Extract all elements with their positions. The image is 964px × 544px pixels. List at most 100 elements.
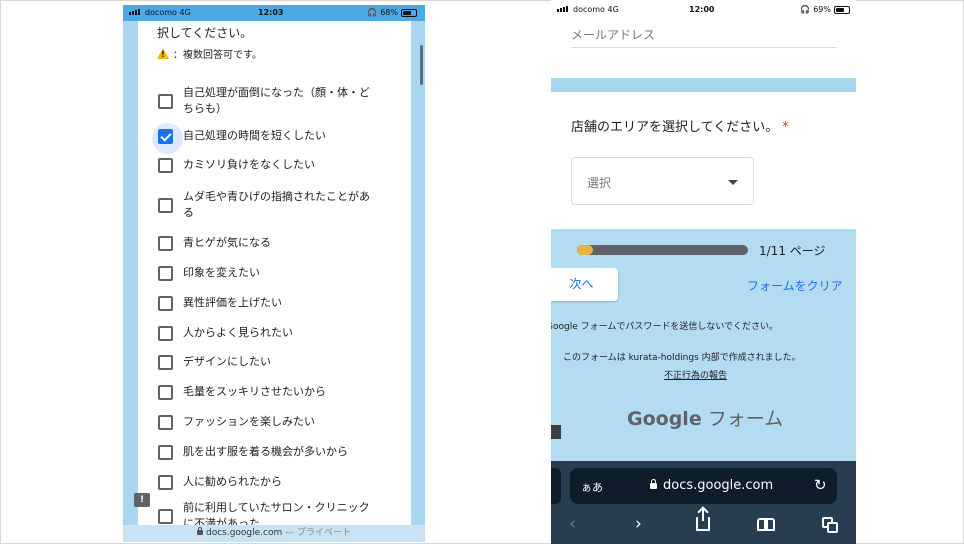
headphone-icon: 🎧	[367, 8, 378, 17]
scrollbar[interactable]	[420, 45, 423, 85]
signal-icon	[557, 6, 568, 12]
checkbox-icon[interactable]	[158, 265, 173, 281]
private-label: — プライベート	[282, 528, 351, 538]
url-bar[interactable]: docs.google.com — プライベート	[123, 525, 425, 542]
dropdown-caret-icon	[728, 180, 738, 185]
status-time: 12:03	[258, 8, 284, 17]
lock-icon	[650, 479, 657, 489]
checkbox-icon[interactable]	[158, 157, 173, 173]
back-icon[interactable]: ‹	[569, 514, 576, 534]
checkbox-icon[interactable]	[158, 325, 173, 341]
checkbox-label: 毛量をスッキリさせたいから	[183, 385, 326, 398]
area-select[interactable]: 選択	[571, 157, 754, 205]
made-in-notice: このフォームは kurata-holdings 内部で作成されました。	[563, 353, 801, 363]
report-abuse-link[interactable]: 不正行為の報告	[664, 368, 727, 381]
form-background-right	[411, 21, 425, 529]
password-warning: Google フォームでパスワードを送信しないでください。	[551, 322, 779, 332]
checkbox-label: 人からよく見られたい	[183, 326, 293, 339]
progress-text: 1/11 ページ	[759, 244, 826, 258]
carrier-label: docomo 4G	[573, 5, 619, 14]
required-mark: *	[782, 120, 789, 135]
battery-indicator: 🎧 69%	[800, 5, 850, 14]
form-background-left	[123, 21, 138, 529]
checkbox-label: 自己処理が面倒になった（顔・体・どちらも）	[183, 86, 370, 115]
checkbox-option[interactable]: 印象を変えたい	[158, 265, 378, 281]
progress-fill	[577, 245, 593, 255]
checkbox-option[interactable]: 人に勧められたから	[158, 474, 378, 490]
checkbox-option[interactable]: 異性評価を上げたい	[158, 295, 378, 311]
battery-percent: 69%	[813, 5, 831, 14]
checkbox-icon[interactable]	[158, 444, 173, 460]
safari-nav-row: ‹ ›	[551, 509, 856, 538]
battery-icon	[401, 8, 417, 17]
checkbox-icon[interactable]	[158, 384, 173, 400]
progress-bar	[577, 245, 748, 255]
previous-tab-stub[interactable]	[551, 468, 561, 504]
checkbox-icon[interactable]	[158, 235, 173, 251]
address-domain: docs.google.com	[650, 478, 773, 493]
signal-icon	[129, 9, 140, 15]
checkbox-option[interactable]: 毛量をスッキリさせたいから	[158, 384, 378, 400]
email-input[interactable]: メールアドレス	[571, 26, 655, 43]
carrier-label: docomo 4G	[145, 8, 191, 17]
text-size-button[interactable]: ぁあ	[581, 479, 603, 495]
address-domain-text: docs.google.com	[663, 478, 774, 493]
next-button[interactable]: 次へ	[551, 268, 618, 301]
tabs-icon[interactable]	[822, 517, 838, 533]
lock-icon	[196, 527, 203, 535]
section-divider	[551, 78, 856, 92]
question-text: 択してください。	[157, 26, 253, 40]
checkbox-icon[interactable]	[158, 197, 173, 213]
checkbox-checked-icon[interactable]	[152, 122, 183, 154]
checkbox-label: 人に勧められたから	[183, 475, 282, 488]
warning-icon	[157, 48, 169, 59]
reload-icon[interactable]: ↻	[814, 476, 827, 494]
checkbox-icon[interactable]	[158, 93, 173, 109]
checkbox-icon[interactable]	[158, 295, 173, 311]
checkbox-label: 自己処理の時間を短くしたい	[183, 129, 326, 142]
checkbox-icon[interactable]	[158, 508, 173, 524]
checkbox-option[interactable]: ムダ毛や青ひげの指摘されたことがある	[158, 189, 378, 221]
area-question-text: 店舗のエリアを選択してください。	[571, 120, 779, 135]
status-bar: docomo 4G 12:00 🎧 69%	[551, 0, 856, 18]
checkbox-label: 異性評価を上げたい	[183, 296, 282, 309]
right-phone-screen: docomo 4G 12:00 🎧 69% メールアドレス 店舗のエリアを選択し…	[551, 0, 856, 544]
safari-address-bar[interactable]: ぁあ docs.google.com ↻	[570, 468, 837, 504]
checkbox-label: 青ヒゲが気になる	[183, 236, 271, 249]
checkbox-icon[interactable]	[158, 354, 173, 370]
logo-google: Google	[627, 408, 702, 430]
checkbox-option[interactable]: 自己処理が面倒になった（顔・体・どちらも）	[158, 85, 378, 117]
left-phone-screen: docomo 4G 12:03 🎧 68% 択してください。 ：複数回答可です。…	[123, 5, 425, 542]
battery-icon	[834, 5, 850, 14]
status-time: 12:00	[689, 5, 715, 14]
bookmarks-icon[interactable]	[757, 518, 777, 531]
battery-indicator: 🎧 68%	[367, 8, 417, 17]
checkbox-icon[interactable]	[158, 474, 173, 490]
checkbox-option[interactable]: 自己処理の時間を短くしたい	[152, 122, 378, 154]
checkbox-label: 肌を出す服を着る機会が多いから	[183, 445, 348, 458]
checkbox-label: デザインにしたい	[183, 355, 271, 368]
status-bar: docomo 4G 12:03 🎧 68%	[123, 5, 425, 21]
checkbox-label: ムダ毛や青ひげの指摘されたことがある	[183, 190, 370, 219]
checkbox-option[interactable]: ファッションを楽しみたい	[158, 414, 378, 430]
url-domain: docs.google.com	[205, 528, 283, 538]
battery-percent: 68%	[380, 8, 398, 17]
checkbox-option[interactable]: 人からよく見られたい	[158, 325, 378, 341]
feedback-icon[interactable]: !	[134, 493, 150, 507]
forward-icon[interactable]: ›	[635, 514, 642, 534]
select-placeholder: 選択	[587, 176, 612, 190]
side-tab[interactable]	[551, 425, 561, 439]
email-underline	[571, 47, 837, 48]
share-icon[interactable]	[696, 509, 710, 531]
clear-form-link[interactable]: フォームをクリア	[747, 277, 843, 294]
checkbox-option[interactable]: デザインにしたい	[158, 354, 378, 370]
headphone-icon: 🎧	[800, 5, 811, 14]
checkbox-icon[interactable]	[158, 414, 173, 430]
checkbox-label: 印象を変えたい	[183, 266, 260, 279]
checkbox-option[interactable]: 青ヒゲが気になる	[158, 235, 378, 251]
area-question: 店舗のエリアを選択してください。 *	[571, 116, 789, 135]
checkbox-option[interactable]: 肌を出す服を着る機会が多いから	[158, 444, 378, 460]
note-text: ：複数回答可です。	[173, 50, 262, 61]
checkbox-label: ファッションを楽しみたい	[183, 415, 315, 428]
checkbox-option[interactable]: カミソリ負けをなくしたい	[158, 157, 378, 173]
